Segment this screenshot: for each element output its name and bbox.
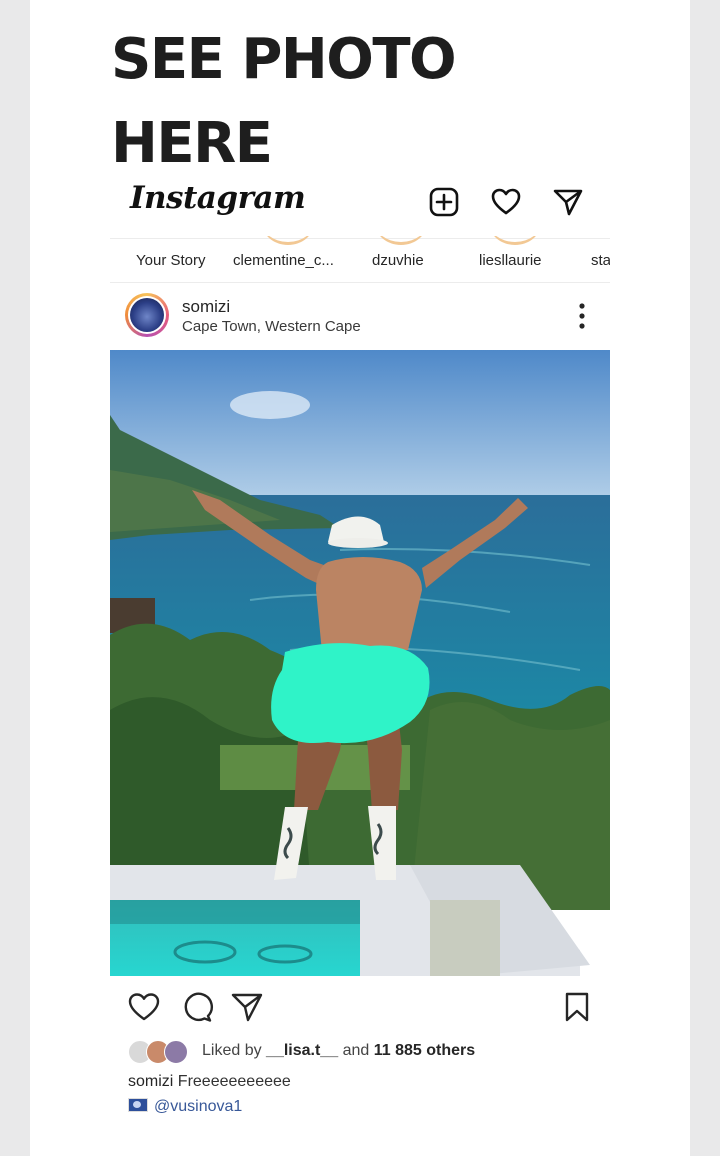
story-dzuvhie[interactable]: dzuvhie [372, 236, 430, 280]
article-page: SEE PHOTO HERE Instagram Your Story clem… [30, 0, 690, 1156]
story-your-story[interactable]: Your Story [136, 236, 208, 280]
more-options-icon[interactable] [568, 300, 596, 332]
comment-icon[interactable] [180, 990, 214, 1024]
likes-and: and [342, 1042, 370, 1059]
headline: SEE PHOTO HERE [111, 18, 671, 186]
story-label: Your Story [136, 252, 206, 269]
headline-line-2: HERE [111, 111, 273, 176]
comment-mention[interactable]: @vusinova1 [154, 1098, 242, 1115]
new-post-icon[interactable] [428, 186, 460, 218]
liker-avatar [164, 1040, 188, 1064]
story-clementine[interactable]: clementine_c... [233, 236, 343, 280]
headline-line-1: SEE PHOTO [111, 27, 457, 92]
story-partial[interactable]: sta [591, 236, 610, 280]
stories-row: Your Story clementine_c... dzuvhie liesl… [110, 236, 610, 280]
story-ring [261, 236, 315, 245]
likes-prefix: Liked by [202, 1042, 262, 1059]
story-label: clementine_c... [233, 252, 334, 269]
activity-heart-icon[interactable] [490, 186, 522, 218]
post-location[interactable]: Cape Town, Western Cape [182, 318, 361, 335]
likers-avatars [128, 1040, 192, 1064]
story-ring [374, 236, 428, 245]
bookmark-icon[interactable] [560, 990, 594, 1024]
like-heart-icon[interactable] [127, 990, 161, 1024]
caption-text: Freeeeeeeeeee [177, 1073, 291, 1090]
likes-line[interactable]: Liked by __lisa.t__ and 11 885 others [202, 1042, 475, 1060]
caption-username[interactable]: somizi [128, 1073, 173, 1090]
likes-user[interactable]: __lisa.t__ [266, 1042, 338, 1059]
post-username[interactable]: somizi [182, 297, 230, 317]
stories-divider [110, 282, 610, 283]
story-label: dzuvhie [372, 252, 424, 269]
flag-icon [128, 1098, 148, 1112]
comment-line[interactable]: @vusinova1 [128, 1098, 242, 1116]
story-label: liesllaurie [479, 252, 542, 269]
post-photo[interactable] [110, 350, 610, 976]
story-liesllaurie[interactable]: liesllaurie [479, 236, 551, 280]
story-ring [488, 236, 542, 245]
avatar-image [130, 298, 164, 332]
share-icon[interactable] [230, 990, 264, 1024]
story-label: sta [591, 252, 610, 269]
direct-message-icon[interactable] [552, 186, 584, 218]
avatar[interactable] [125, 293, 169, 337]
instagram-logo: Instagram [130, 180, 306, 216]
post-caption: somizi Freeeeeeeeeee [128, 1073, 291, 1091]
likes-count[interactable]: 11 885 others [374, 1042, 475, 1059]
